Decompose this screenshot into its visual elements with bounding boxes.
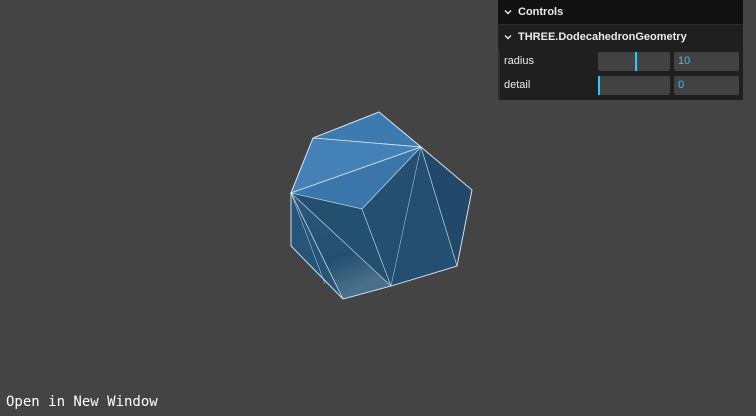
open-in-new-window-link[interactable]: Open in New Window (6, 394, 158, 410)
control-detail: detail (500, 73, 743, 97)
radius-input[interactable] (674, 51, 739, 71)
control-radius: radius (500, 49, 743, 73)
controls-header[interactable]: Controls (498, 0, 743, 24)
controls-panel: Controls THREE.DodecahedronGeometry radi… (498, 0, 743, 100)
radius-slider[interactable] (598, 51, 670, 71)
folder-controls: radius detail (498, 49, 743, 100)
radius-label: radius (504, 55, 534, 67)
chevron-down-icon (504, 35, 512, 40)
radius-slider-handle[interactable] (635, 51, 638, 71)
detail-slider[interactable] (598, 75, 670, 95)
folder-header[interactable]: THREE.DodecahedronGeometry (498, 24, 743, 49)
detail-slider-handle[interactable] (598, 75, 601, 95)
chevron-down-icon (504, 10, 512, 15)
detail-label: detail (504, 79, 531, 91)
folder-title: THREE.DodecahedronGeometry (518, 31, 687, 43)
controls-title: Controls (518, 6, 564, 18)
detail-input[interactable] (674, 75, 739, 95)
